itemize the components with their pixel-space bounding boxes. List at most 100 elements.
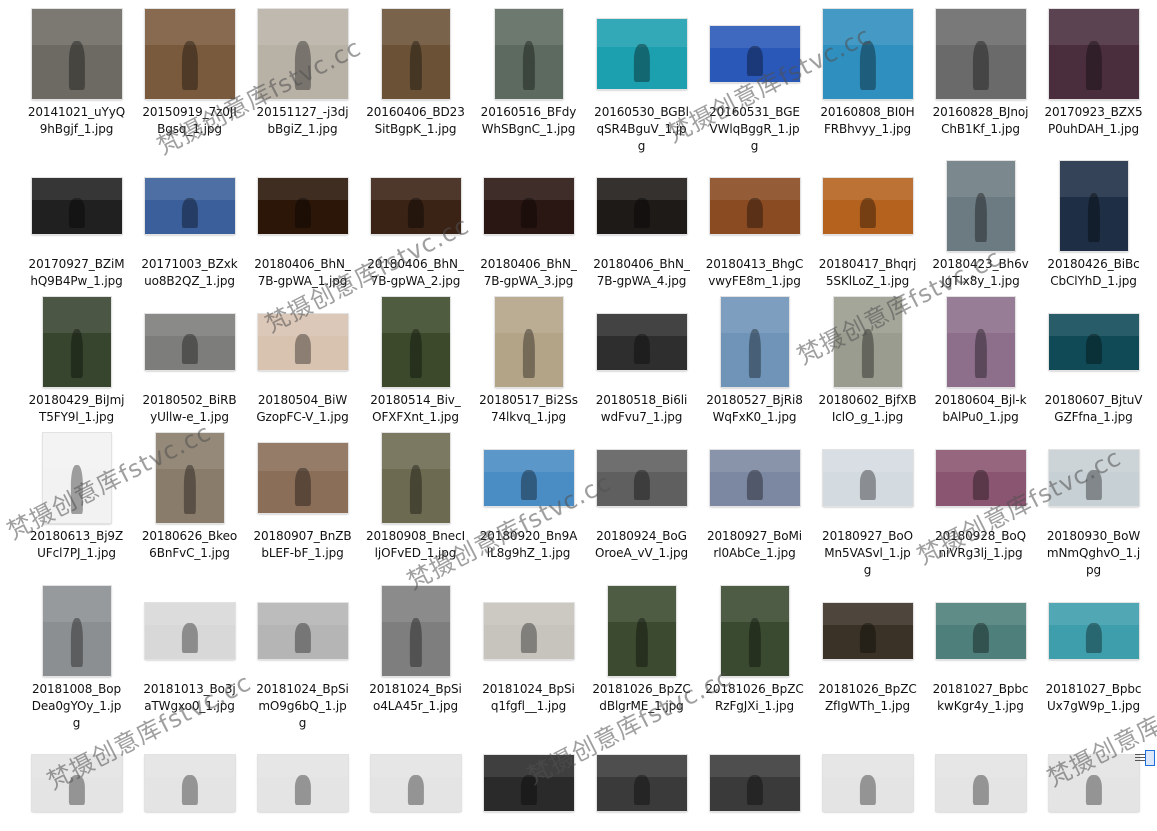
image-thumbnail[interactable] [143,8,236,100]
image-thumbnail[interactable] [719,296,790,388]
image-thumbnail[interactable] [493,296,564,388]
thumbnail-frame [359,6,472,102]
image-thumbnail[interactable] [934,754,1027,812]
thumbnail-subject [633,774,650,806]
image-thumbnail[interactable] [256,177,349,235]
file-name-label: 20180517_Bi2Ss 74lkvq_1.jpg [479,393,578,424]
image-thumbnail[interactable] [821,449,914,507]
file-name-label: 20160828_BJnoj ChB1Kf_1.jpg [932,105,1029,136]
image-thumbnail[interactable] [719,585,790,677]
image-thumbnail[interactable] [143,754,236,812]
thumbnail-subject [972,469,989,501]
image-thumbnail[interactable] [41,585,112,677]
thumbnail-frame [133,430,246,526]
image-thumbnail[interactable] [380,8,451,100]
thumbnail-subject [409,40,422,90]
file-name-label: 20181027_Bpbc Ux7gW9p_1.jpg [1045,682,1142,713]
image-thumbnail[interactable] [41,432,112,524]
thumbnail-subject [520,622,537,654]
image-thumbnail[interactable] [708,449,801,507]
image-thumbnail[interactable] [493,8,564,100]
file-name-label: 20180406_BhN_ 7B-gpWA_3.jpg [480,257,577,288]
image-thumbnail[interactable] [143,313,236,371]
image-thumbnail[interactable] [1047,754,1140,812]
image-thumbnail[interactable] [595,754,688,812]
image-thumbnail[interactable] [482,754,575,812]
image-thumbnail[interactable] [256,442,349,514]
thumbnail-subject [294,40,311,90]
file-name-label: 20180423_Bh6v JgTlx8y_1.jpg [932,257,1029,288]
image-thumbnail[interactable] [945,160,1016,252]
file-name-label: 20180920_Bn9A IL8g9hZ_1.jpg [479,529,578,560]
thumbnail-frame [133,294,246,390]
image-thumbnail[interactable] [482,177,575,235]
image-thumbnail[interactable] [1047,602,1140,660]
file-name-label: 20180602_BjfXB IclO_g_1.jpg [818,393,917,424]
image-thumbnail[interactable] [380,432,451,524]
thumbnail-frame [811,735,924,831]
image-thumbnail[interactable] [30,754,123,812]
thumbnail-subject [409,464,422,514]
thumbnail-subject [1087,192,1100,242]
thumbnail-frame [359,430,472,526]
file-name-label: 20151127_-j3dj bBgiZ_1.jpg [256,105,349,136]
image-thumbnail[interactable] [482,449,575,507]
image-thumbnail[interactable] [832,296,903,388]
image-thumbnail[interactable] [380,296,451,388]
image-thumbnail[interactable] [256,602,349,660]
image-thumbnail[interactable] [369,754,462,812]
image-thumbnail[interactable] [945,296,1016,388]
image-thumbnail[interactable] [708,177,801,235]
image-thumbnail[interactable] [934,449,1027,507]
image-thumbnail[interactable] [821,754,914,812]
thumbnail-subject [861,328,874,378]
thumbnail-frame [20,6,133,102]
thumbnail-subject [409,328,422,378]
image-thumbnail[interactable] [1047,8,1140,100]
thumbnail-frame [359,158,472,254]
image-thumbnail[interactable] [934,8,1027,100]
image-thumbnail[interactable] [154,432,225,524]
image-thumbnail[interactable] [595,177,688,235]
image-thumbnail[interactable] [482,602,575,660]
image-thumbnail[interactable] [143,177,236,235]
large-icons-view-icon[interactable] [1145,750,1155,766]
image-thumbnail[interactable] [380,585,451,677]
image-thumbnail[interactable] [1047,313,1140,371]
image-thumbnail[interactable] [821,177,914,235]
thumbnail-subject [407,774,424,806]
image-thumbnail[interactable] [30,8,123,100]
thumbnail-frame [585,158,698,254]
image-thumbnail[interactable] [256,754,349,812]
thumbnail-frame [811,430,924,526]
image-thumbnail[interactable] [1047,449,1140,507]
image-thumbnail[interactable] [369,177,462,235]
thumbnail-frame [246,430,359,526]
image-thumbnail[interactable] [256,313,349,371]
thumbnail-frame [20,158,133,254]
file-name-label: 20180527_BjRi8 WqFxK0_1.jpg [706,393,803,424]
view-toggle[interactable] [1127,748,1157,768]
thumbnail-frame [133,158,246,254]
image-thumbnail[interactable] [143,602,236,660]
image-thumbnail[interactable] [934,602,1027,660]
image-thumbnail[interactable] [41,296,112,388]
image-thumbnail[interactable] [821,602,914,660]
image-thumbnail[interactable] [708,754,801,812]
image-thumbnail[interactable] [708,25,801,83]
image-thumbnail[interactable] [595,449,688,507]
image-thumbnail[interactable] [595,313,688,371]
thumbnail-frame [698,158,811,254]
image-thumbnail[interactable] [606,585,677,677]
image-thumbnail[interactable] [256,8,349,100]
thumbnail-subject [859,469,876,501]
image-thumbnail[interactable] [595,18,688,90]
thumbnail-subject [520,197,537,229]
image-thumbnail[interactable] [1058,160,1129,252]
thumbnail-frame [811,294,924,390]
file-name-label: 20180518_Bi6li wdFvu7_1.jpg [595,393,688,424]
image-thumbnail[interactable] [30,177,123,235]
file-name-label: 20170927_BZiM hQ9B4Pw_1.jpg [28,257,125,288]
image-thumbnail[interactable] [821,8,914,100]
thumbnail-frame [472,735,585,831]
